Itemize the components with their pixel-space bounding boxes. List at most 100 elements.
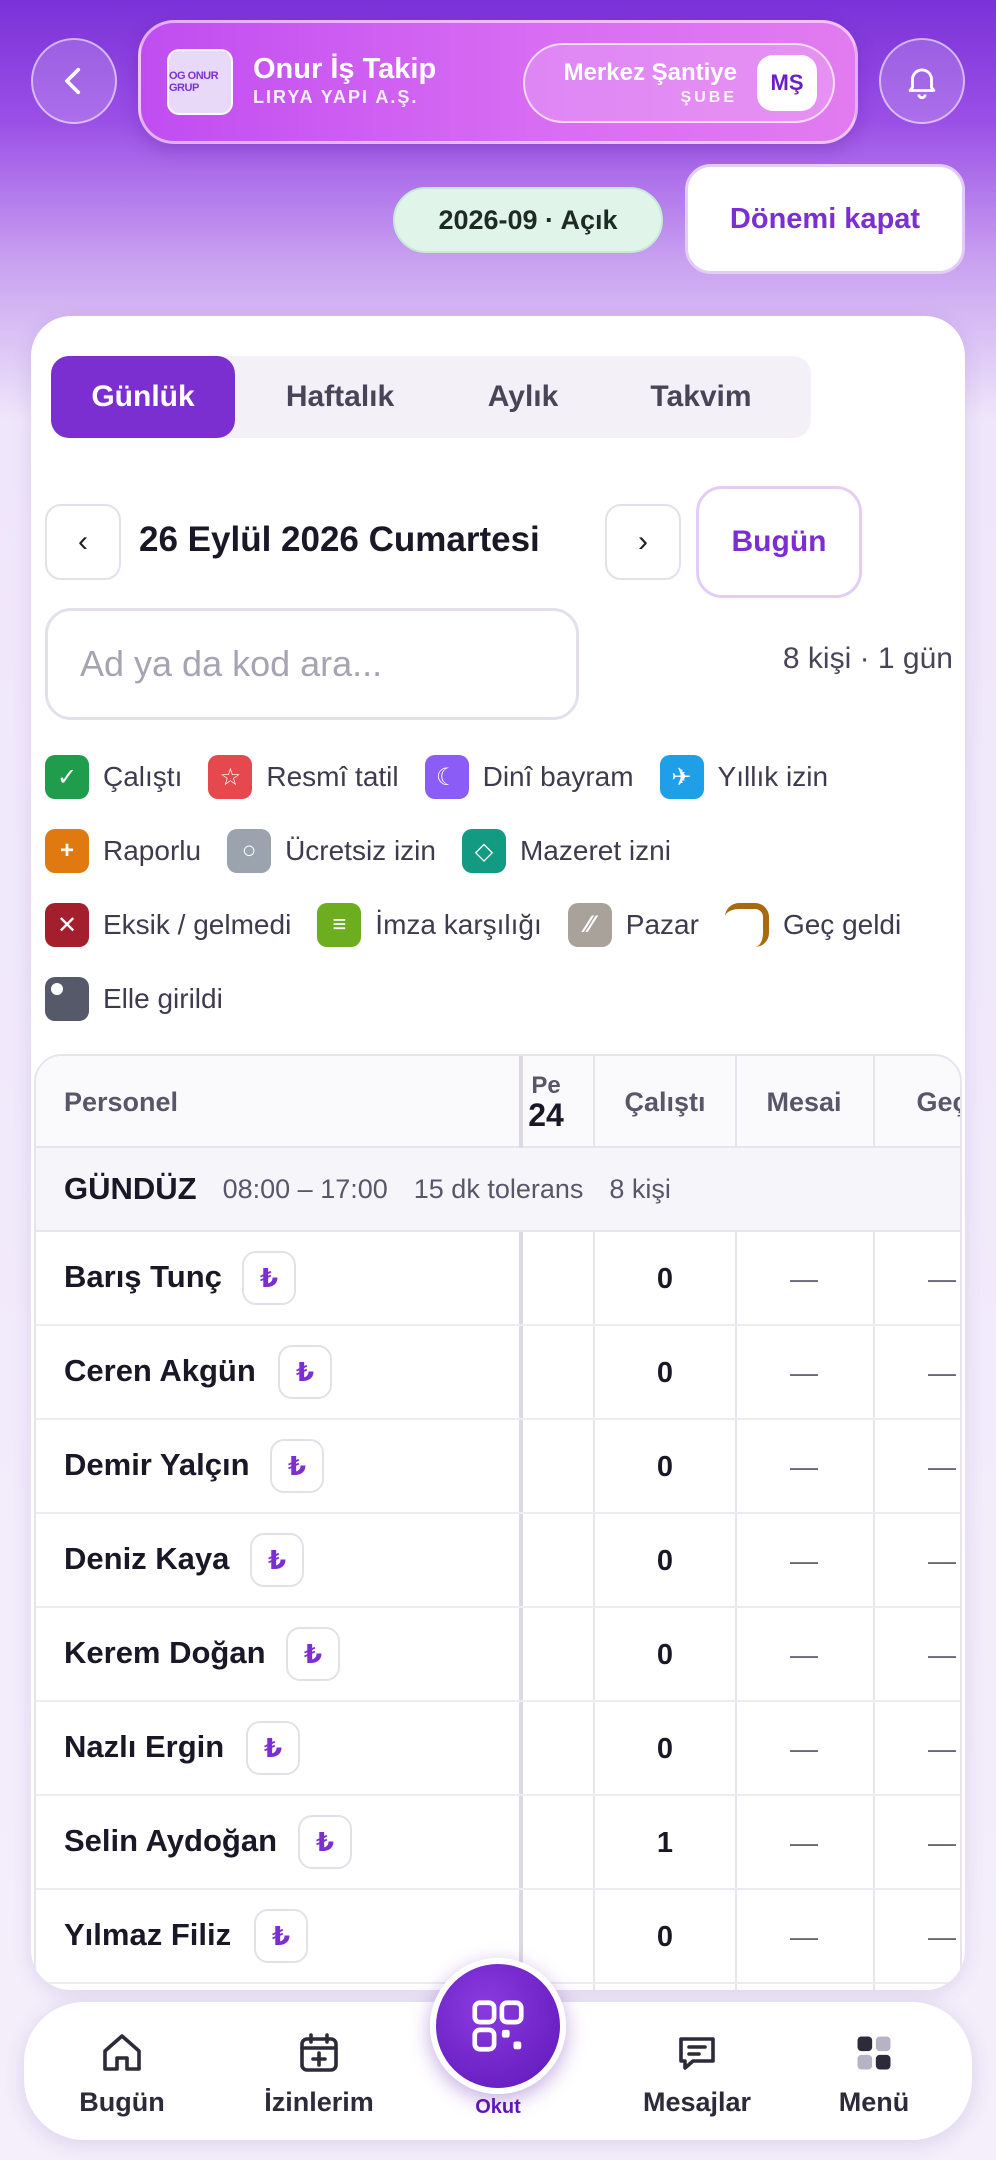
table-row[interactable]: Deniz Kaya ₺ 0 — —	[36, 1514, 960, 1608]
x-icon: ✕	[45, 903, 89, 947]
wage-chip[interactable]: ₺	[254, 1909, 308, 1963]
worked-cell[interactable]: 1	[595, 1796, 735, 1890]
late-cell[interactable]: —	[874, 1514, 960, 1608]
overtime-cell[interactable]: —	[736, 1890, 872, 1984]
nav-menu[interactable]: Menü	[804, 2002, 944, 2140]
legend-label: Raporlu	[103, 835, 202, 866]
back-button[interactable]	[31, 38, 117, 124]
legend-label: Dinî bayram	[482, 761, 634, 792]
branch-selector[interactable]: Merkez Şantiye ŞUBE MŞ	[523, 43, 835, 123]
late-cell[interactable]: —	[874, 1420, 960, 1514]
shift-count: 8 kişi	[609, 1173, 671, 1204]
nav-my-leaves[interactable]: İzinlerim	[244, 2002, 394, 2140]
calendar-plus-icon	[291, 2025, 347, 2081]
tab-daily[interactable]: Günlük	[51, 356, 235, 438]
attendance-table: Personel Pe 24 Çalıştı Mesai Geç GÜNDÜZ …	[34, 1054, 962, 1990]
legend-item-signature: ≡ İmza karşılığı	[317, 903, 542, 947]
worked-cell[interactable]: 0	[595, 1420, 735, 1514]
close-period-button[interactable]: Dönemi kapat	[685, 164, 965, 274]
table-row[interactable]: Ceren Akgün ₺ 0 — —	[36, 1326, 960, 1420]
worked-cell[interactable]: 0	[595, 1890, 735, 1984]
legend-item-sick-leave: + Raporlu	[45, 829, 201, 873]
worked-cell[interactable]: 0	[595, 1514, 735, 1608]
employee-name: Nazlı Ergin	[64, 1729, 225, 1764]
employee-name: Barış Tunç	[64, 1259, 222, 1294]
moon-icon: ☾	[424, 755, 469, 799]
table-row[interactable]: Barış Tunç ₺ 0 — —	[36, 1232, 960, 1326]
column-header-late[interactable]: Geç	[874, 1056, 960, 1148]
late-cell[interactable]: —	[874, 1890, 960, 1984]
column-header-overtime[interactable]: Mesai	[736, 1056, 872, 1148]
table-row[interactable]: Kerem Doğan ₺ 0 — —	[36, 1608, 960, 1702]
column-header-personel[interactable]: Personel	[64, 1056, 178, 1148]
message-icon	[669, 2025, 725, 2081]
table-row[interactable]: Selin Aydoğan ₺ 1 — —	[36, 1796, 960, 1890]
legend-label: Yıllık izin	[717, 761, 829, 792]
table-row[interactable]: Demir Yalçın ₺ 0 — —	[36, 1420, 960, 1514]
shift-name: GÜNDÜZ	[64, 1171, 197, 1206]
result-count: 8 kişi · 1 gün	[782, 642, 953, 675]
nav-messages[interactable]: Mesajlar	[612, 2002, 782, 2140]
nav-label: Mesajlar	[642, 2086, 752, 2117]
legend-item-manual: Elle girildi	[45, 977, 223, 1021]
column-header-day[interactable]: Pe 24	[521, 1056, 571, 1148]
wage-chip[interactable]: ₺	[270, 1439, 324, 1493]
branch-avatar: MŞ	[757, 55, 817, 111]
legend-item-late: Geç geldi	[724, 903, 901, 947]
overtime-cell[interactable]: —	[736, 1702, 872, 1796]
day-number: 24	[528, 1097, 564, 1133]
late-cell[interactable]: —	[874, 1232, 960, 1326]
overtime-cell[interactable]: —	[736, 1796, 872, 1890]
check-icon: ✓	[45, 755, 89, 799]
nav-label: Bugün	[79, 2086, 165, 2117]
notifications-button[interactable]	[879, 38, 965, 124]
late-cell[interactable]: —	[874, 1702, 960, 1796]
late-corner-icon	[724, 903, 769, 947]
wage-chip[interactable]: ₺	[278, 1345, 332, 1399]
overtime-cell[interactable]: —	[736, 1608, 872, 1702]
today-button[interactable]: Bugün	[696, 486, 862, 598]
wage-chip[interactable]: ₺	[246, 1721, 300, 1775]
worked-cell[interactable]: 0	[595, 1702, 735, 1796]
status-legend: ✓ Çalıştı ☆ Resmî tatil ☾ Dinî bayram ✈ …	[45, 740, 955, 1036]
wage-chip[interactable]: ₺	[250, 1533, 304, 1587]
late-cell[interactable]: —	[874, 1326, 960, 1420]
worked-cell[interactable]: 0	[595, 1326, 735, 1420]
worked-cell[interactable]: 0	[595, 1608, 735, 1702]
column-header-worked[interactable]: Çalıştı	[595, 1056, 735, 1148]
employee-name: Deniz Kaya	[64, 1541, 230, 1576]
nav-today[interactable]: Bugün	[52, 2002, 192, 2140]
overtime-cell[interactable]: —	[736, 1326, 872, 1420]
branch-name: Merkez Şantiye	[563, 59, 737, 86]
late-cell[interactable]: —	[874, 1608, 960, 1702]
table-row[interactable]: Nazlı Ergin ₺ 0 — —	[36, 1702, 960, 1796]
employee-name: Ceren Akgün	[64, 1353, 256, 1388]
slash-icon: ⁄⁄	[567, 903, 612, 947]
grid-menu-icon	[846, 2025, 902, 2081]
legend-item-sunday: ⁄⁄ Pazar	[567, 903, 699, 947]
overtime-cell[interactable]: —	[736, 1514, 872, 1608]
search-input[interactable]	[45, 608, 579, 720]
tab-monthly[interactable]: Aylık	[445, 356, 601, 438]
wage-chip[interactable]: ₺	[242, 1251, 296, 1305]
worked-cell[interactable]: 0	[595, 1232, 735, 1326]
wage-chip[interactable]: ₺	[286, 1627, 340, 1681]
legend-label: Mazeret izni	[519, 835, 671, 866]
overtime-cell[interactable]: —	[736, 1232, 872, 1326]
tab-weekly[interactable]: Haftalık	[235, 356, 445, 438]
tab-calendar[interactable]: Takvim	[601, 356, 801, 438]
branch-type: ŞUBE	[680, 89, 737, 106]
legend-label: Elle girildi	[103, 983, 223, 1014]
legend-label: Eksik / gelmedi	[103, 909, 292, 940]
legend-label: Ücretsiz izin	[285, 835, 436, 866]
scan-button[interactable]	[430, 1958, 566, 2094]
prev-day-button[interactable]: ‹	[45, 504, 121, 580]
wage-chip[interactable]: ₺	[298, 1815, 352, 1869]
late-cell[interactable]: —	[874, 1796, 960, 1890]
overtime-cell[interactable]: —	[736, 1420, 872, 1514]
legend-item-excuse-leave: ◇ Mazeret izni	[461, 829, 671, 873]
lines-icon: ≡	[317, 903, 362, 947]
bell-icon	[908, 68, 936, 99]
nav-label: İzinlerim	[264, 2086, 374, 2117]
next-day-button[interactable]: ›	[605, 504, 681, 580]
